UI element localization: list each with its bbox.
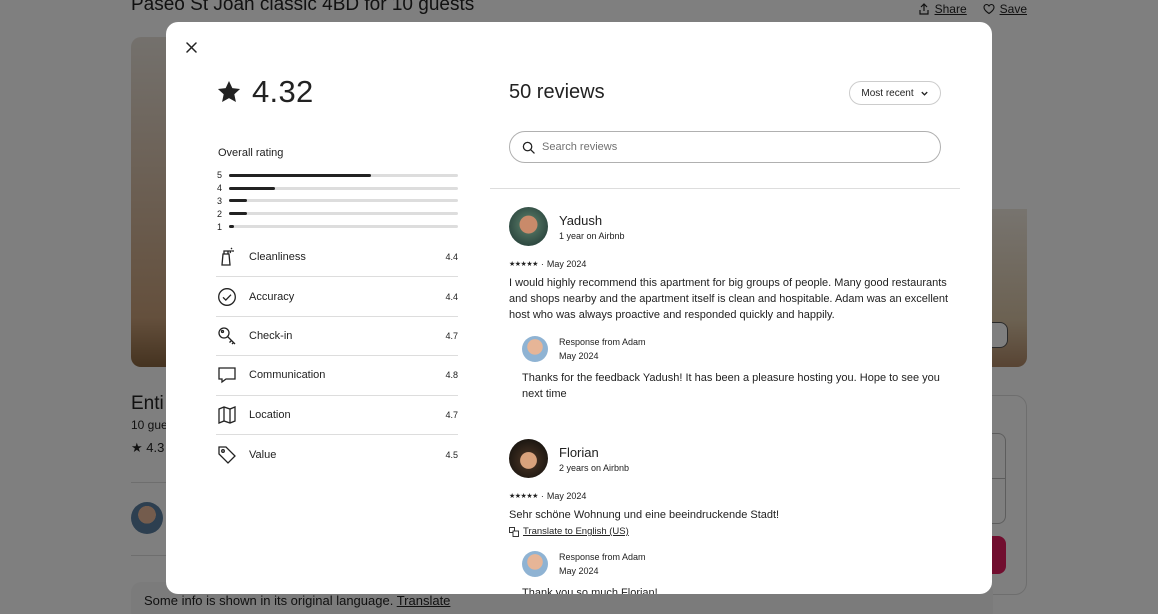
reviewer-header: Yadush 1 year on Airbnb (509, 207, 949, 246)
host-avatar[interactable] (522, 336, 548, 362)
distribution-track (229, 186, 458, 190)
distribution-row: 2 (217, 207, 458, 220)
distribution-row: 1 (217, 220, 458, 233)
distribution-fill (229, 173, 371, 177)
response-header: Response from Adam May 2024 (522, 551, 949, 577)
check-circle-icon (216, 286, 238, 308)
chevron-down-icon (920, 91, 928, 96)
category-value: 4.7 (445, 409, 458, 420)
distribution-star-count: 5 (217, 170, 223, 181)
category-value: Value 4.5 (216, 435, 458, 474)
category-label: Location (249, 408, 291, 421)
translate-review[interactable]: Translate to English (US) (509, 526, 949, 537)
search-icon (522, 141, 535, 154)
reviewer-tenure: 1 year on Airbnb (559, 230, 625, 241)
close-button[interactable] (180, 36, 202, 58)
category-cleanliness: Cleanliness 4.4 (216, 238, 458, 278)
sort-dropdown[interactable]: Most recent (849, 81, 941, 105)
overall-score-value: 4.32 (252, 74, 314, 109)
response-text: Thanks for the feedback Yadush! It has b… (522, 372, 940, 400)
distribution-track (229, 173, 458, 177)
host-response: Response from Adam May 2024 Thanks for t… (522, 336, 949, 402)
category-location: Location 4.7 (216, 396, 458, 435)
response-from: Response from Adam (559, 337, 646, 347)
response-date: May 2024 (559, 566, 599, 576)
category-value: 4.4 (445, 252, 458, 263)
category-value: 4.4 (445, 291, 458, 302)
distribution-star-count: 1 (217, 221, 223, 232)
review-stars: ★★★★★ (509, 261, 538, 268)
response-header: Response from Adam May 2024 (522, 336, 949, 362)
category-label: Value (249, 448, 277, 461)
review-stars: ★★★★★ (509, 493, 538, 500)
reviewer-name: Yadush (559, 212, 603, 228)
star-icon (217, 80, 241, 102)
category-label: Communication (249, 369, 326, 382)
chat-bubble-icon (216, 364, 238, 386)
review-item: Yadush 1 year on Airbnb ★★★★★ · May 2024… (509, 207, 949, 402)
spray-bottle-icon (216, 246, 238, 268)
review-meta: ★★★★★ · May 2024 (509, 259, 949, 269)
close-icon (185, 41, 197, 53)
category-value: 4.7 (445, 330, 458, 341)
translate-link[interactable]: Translate to English (US) (523, 526, 629, 537)
reviewer-header: Florian 2 years on Airbnb (509, 439, 949, 478)
distribution-fill (229, 199, 248, 203)
search-input[interactable] (542, 141, 940, 153)
response-from: Response from Adam (559, 552, 646, 562)
sort-label: Most recent (861, 87, 914, 99)
distribution-fill (229, 225, 234, 229)
review-date: May 2024 (546, 491, 587, 501)
reviewer-avatar[interactable] (509, 207, 548, 246)
category-accuracy: Accuracy 4.4 (216, 277, 458, 317)
host-response: Response from Adam May 2024 Thank you so… (522, 551, 949, 594)
review-text: I would highly recommend this apartment … (509, 277, 949, 321)
distribution-star-count: 3 (217, 195, 223, 206)
response-date: May 2024 (559, 351, 599, 361)
reviews-count-title: 50 reviews (509, 81, 605, 103)
category-communication: Communication 4.8 (216, 356, 458, 396)
reviewer-name: Florian (559, 444, 599, 460)
map-icon (216, 404, 238, 426)
review-date: May 2024 (546, 259, 587, 269)
category-value: 4.8 (445, 370, 458, 381)
distribution-fill (229, 212, 248, 216)
tag-icon (216, 444, 238, 466)
distribution-star-count: 2 (217, 208, 223, 219)
review-meta: ★★★★★ · May 2024 (509, 491, 949, 501)
distribution-row: 3 (217, 195, 458, 208)
distribution-fill (229, 186, 275, 190)
category-value-number: 4.5 (445, 449, 458, 460)
review-text: Sehr schöne Wohnung und eine beeindrucke… (509, 509, 780, 521)
overall-score: 4.32 (216, 74, 314, 110)
category-label: Accuracy (249, 290, 295, 303)
overall-rating-label: Overall rating (218, 147, 284, 159)
category-label: Cleanliness (249, 251, 306, 264)
divider (490, 188, 960, 189)
distribution-star-count: 4 (217, 183, 223, 194)
host-avatar[interactable] (522, 551, 548, 577)
translate-icon (509, 526, 519, 537)
distribution-track (229, 199, 458, 203)
review-item: Florian 2 years on Airbnb ★★★★★ · May 20… (509, 439, 949, 594)
search-reviews[interactable] (509, 131, 941, 163)
reviewer-avatar[interactable] (509, 439, 548, 478)
category-label: Check-in (249, 329, 293, 342)
distribution-track (229, 212, 458, 216)
rating-distribution: 5 4 3 2 1 (217, 169, 458, 233)
review-separator: · (540, 491, 544, 501)
category-ratings: Cleanliness 4.4 Accuracy 4.4 Check-in 4.… (216, 238, 458, 474)
reviewer-tenure: 2 years on Airbnb (559, 462, 630, 473)
distribution-row: 5 (217, 169, 458, 182)
key-icon (216, 325, 238, 347)
response-text: Thank you so much Florian! (522, 587, 658, 594)
distribution-row: 4 (217, 182, 458, 195)
category-check-in: Check-in 4.7 (216, 317, 458, 357)
review-separator: · (540, 259, 544, 269)
distribution-track (229, 225, 458, 229)
reviews-modal: 4.32 Overall rating 5 4 3 2 1 Cleanlines… (166, 22, 992, 594)
